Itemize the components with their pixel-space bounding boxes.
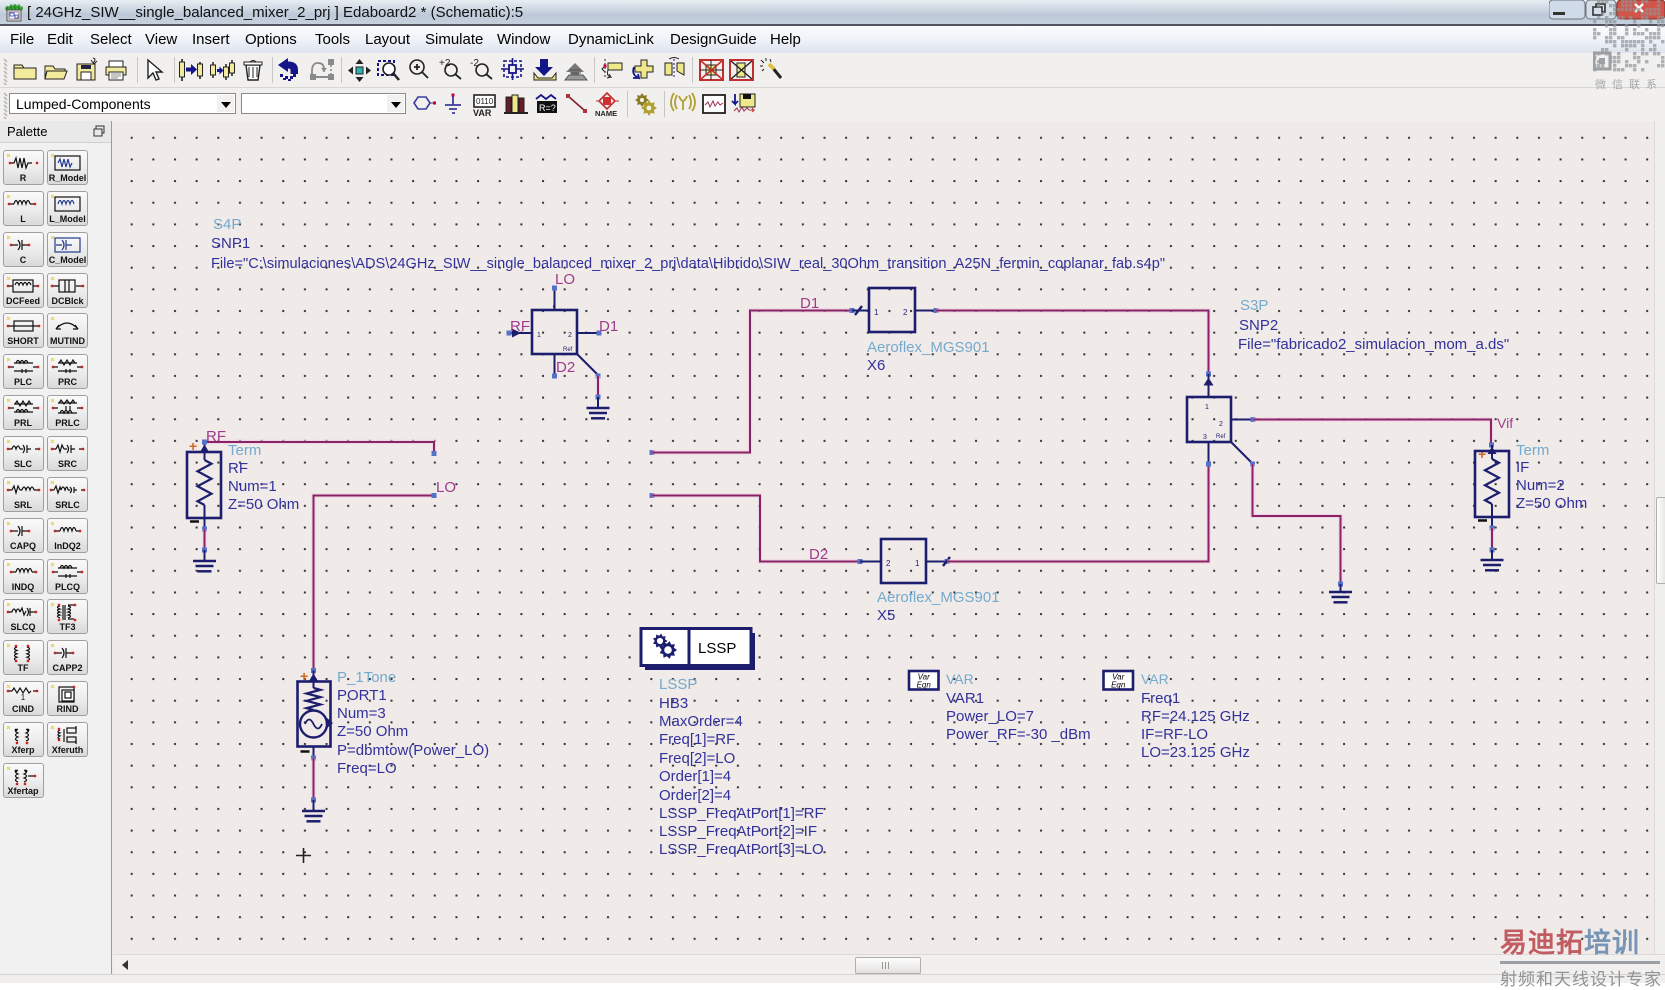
svg-text:File="fabricado2_simulacion_mo: File="fabricado2_simulacion_mom_a.ds" [1238, 336, 1509, 353]
svg-text:D2: D2 [556, 359, 575, 376]
svg-text:LO: LO [436, 479, 456, 496]
svg-text:VAR: VAR [946, 671, 974, 687]
svg-text:LSSP_FreqAtPort[1]=RF: LSSP_FreqAtPort[1]=RF [659, 805, 824, 822]
svg-text:LSSP: LSSP [659, 676, 697, 693]
svg-text:LSSP_FreqAtPort[3]=LO: LSSP_FreqAtPort[3]=LO [659, 841, 824, 858]
svg-text:Ref: Ref [563, 347, 573, 353]
svg-text:LSSP: LSSP [698, 640, 736, 657]
svg-text:Freq1: Freq1 [1141, 690, 1180, 707]
svg-text:微信联系: 微信联系 [1595, 77, 1663, 91]
svg-text:VAR1: VAR1 [946, 690, 984, 707]
svg-text:3: 3 [1203, 434, 1207, 441]
svg-text:Num=3: Num=3 [337, 705, 386, 722]
svg-text:S4P: S4P [213, 216, 241, 233]
svg-text:LO=23.125 GHz: LO=23.125 GHz [1141, 744, 1250, 761]
svg-text:X6: X6 [867, 357, 885, 374]
svg-text:0110: 0110 [476, 97, 494, 106]
svg-text:Eqn: Eqn [1111, 681, 1126, 690]
svg-text:LO: LO [555, 271, 575, 288]
svg-text:D2: D2 [809, 546, 828, 563]
svg-text:2: 2 [886, 559, 891, 568]
svg-text:Aeroflex_MGS901: Aeroflex_MGS901 [867, 339, 990, 356]
svg-text:IF=RF-LO: IF=RF-LO [1141, 726, 1208, 743]
svg-text:VAR: VAR [1141, 671, 1169, 687]
svg-text:S3P: S3P [1240, 297, 1268, 314]
svg-text:1: 1 [915, 559, 920, 568]
svg-text:NAME: NAME [595, 109, 617, 118]
svg-text:Eqn: Eqn [917, 681, 932, 690]
svg-text:D1: D1 [800, 295, 819, 312]
svg-text:1: 1 [874, 308, 879, 317]
svg-text:Freq[2]=LO: Freq[2]=LO [659, 750, 735, 767]
svg-text:-2: -2 [470, 58, 479, 69]
svg-text:Aeroflex_MGS901: Aeroflex_MGS901 [877, 589, 1000, 606]
svg-text:X5: X5 [877, 607, 895, 624]
svg-text:Order[1]=4: Order[1]=4 [659, 768, 731, 785]
svg-text:MaxOrder=4: MaxOrder=4 [659, 713, 743, 730]
svg-text:RF: RF [206, 428, 226, 445]
svg-text:R=?: R=? [539, 103, 556, 113]
svg-text:1: 1 [20, 693, 25, 702]
svg-text:Power_RF=-30 _dBm: Power_RF=-30 _dBm [946, 726, 1091, 743]
svg-text:Z=50 Ohm: Z=50 Ohm [1516, 495, 1587, 512]
svg-text:2: 2 [1219, 421, 1223, 428]
svg-text:D1: D1 [599, 318, 618, 335]
svg-text:+: + [1478, 446, 1486, 462]
svg-text:PORT1: PORT1 [337, 687, 387, 704]
svg-text:SNP1: SNP1 [211, 235, 250, 252]
svg-text:2: 2 [568, 332, 572, 339]
svg-text:Freq[1]=RF: Freq[1]=RF [659, 731, 735, 748]
svg-text:File="C:\simulaciones\ADS\24GH: File="C:\simulaciones\ADS\24GHz_SIW__sin… [211, 255, 1165, 272]
svg-text:Num=1: Num=1 [228, 478, 277, 495]
svg-text:Freq=LO: Freq=LO [337, 760, 397, 777]
svg-text:Z=50 Ohm: Z=50 Ohm [337, 723, 408, 740]
svg-text:Order[2]=4: Order[2]=4 [659, 787, 731, 804]
svg-text:P=dbmtow(Power_LO): P=dbmtow(Power_LO) [337, 742, 489, 759]
svg-text:2: 2 [903, 308, 908, 317]
svg-text:SNP2: SNP2 [1239, 317, 1278, 334]
svg-text:Ref: Ref [1216, 434, 1226, 440]
svg-text:1: 1 [1205, 404, 1209, 411]
svg-text:1: 1 [537, 332, 541, 339]
svg-text:Z=50 Ohm: Z=50 Ohm [228, 496, 299, 513]
svg-text:Power_LO=7: Power_LO=7 [946, 708, 1034, 725]
svg-text:Vif: Vif [1497, 415, 1513, 431]
svg-text:LSSP_FreqAtPort[2]=IF: LSSP_FreqAtPort[2]=IF [659, 823, 817, 840]
svg-text:RF: RF [510, 318, 530, 335]
svg-text:Term: Term [1516, 442, 1549, 459]
svg-text:Term: Term [228, 442, 261, 459]
svg-text:RF=24.125 GHz: RF=24.125 GHz [1141, 708, 1250, 725]
svg-text:P_1Tone: P_1Tone [337, 669, 396, 686]
svg-text:HB3: HB3 [659, 695, 688, 712]
svg-text:Num=2: Num=2 [1516, 477, 1565, 494]
svg-text:RF: RF [228, 460, 248, 477]
svg-text:VAR: VAR [473, 108, 492, 118]
svg-text:IF: IF [1516, 459, 1529, 476]
